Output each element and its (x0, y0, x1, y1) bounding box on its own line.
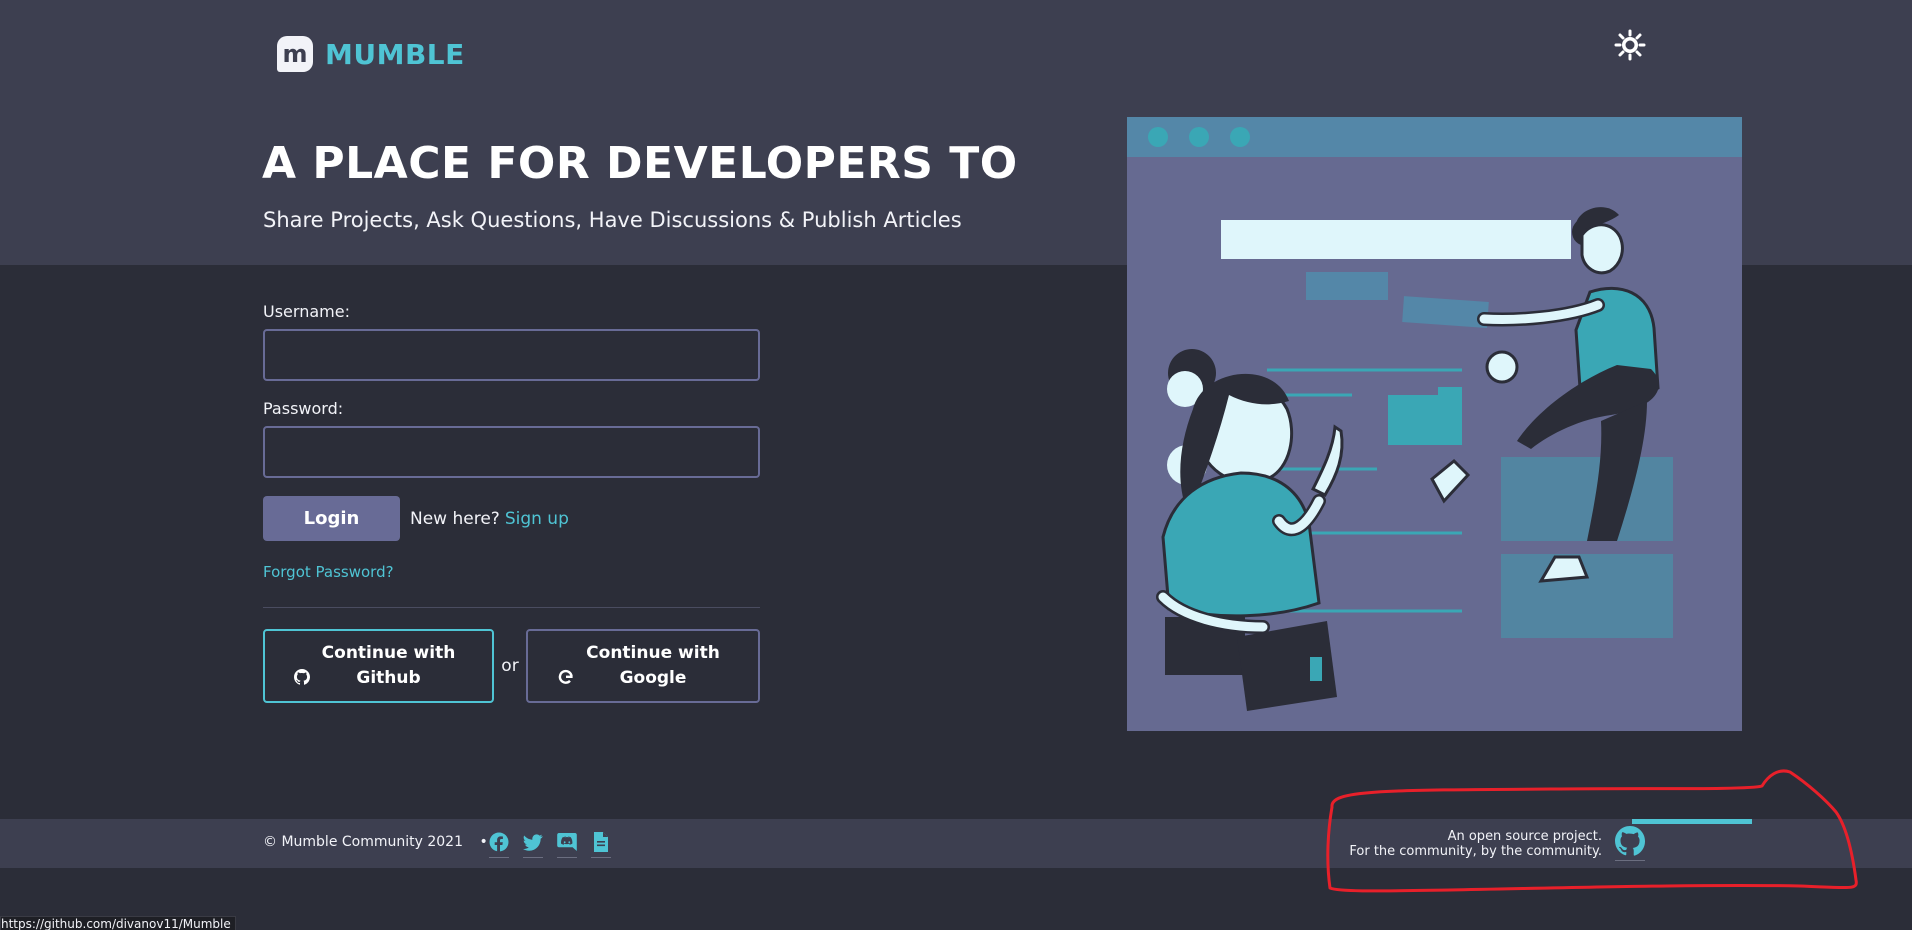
github-login-button[interactable]: Continue with Github (263, 629, 494, 703)
footer-bullet: • (479, 834, 488, 850)
brand-logo[interactable]: m MUMBLE (277, 36, 465, 72)
status-bar-url: https://github.com/divanov11/Mumble (0, 916, 236, 930)
login-button[interactable]: Login (263, 496, 400, 541)
social-login-row: Continue with Github or Continue with Go… (263, 629, 760, 703)
open-source-text: An open source project. For the communit… (1300, 829, 1602, 859)
google-login-content: Continue with Google (558, 641, 728, 691)
developers-illustration (1127, 117, 1742, 731)
mumble-logo-icon: m (277, 36, 313, 72)
github-icon (1615, 826, 1645, 856)
username-label: Username: (263, 302, 350, 321)
github-login-label: Continue with Github (321, 643, 456, 688)
google-icon (558, 669, 573, 684)
discord-icon (557, 833, 577, 851)
or-separator: or (501, 656, 519, 676)
github-underline (1615, 860, 1645, 861)
google-login-button[interactable]: Continue with Google (526, 629, 760, 703)
oss-line-1: An open source project. (1447, 829, 1602, 844)
document-icon (594, 832, 608, 852)
brand-name: MUMBLE (325, 37, 465, 71)
signup-link[interactable]: Sign up (505, 509, 569, 529)
theme-toggle-button[interactable] (1614, 29, 1646, 61)
divider (263, 607, 760, 608)
hero-title: A PLACE FOR DEVELOPERS TO (262, 138, 1018, 189)
facebook-underline (489, 857, 509, 858)
github-icon (293, 669, 310, 685)
sun-icon (1614, 29, 1646, 61)
twitter-link[interactable] (522, 832, 544, 860)
footer-accent-bar (1632, 819, 1752, 824)
login-row: Login New here? Sign up (263, 496, 760, 541)
username-input[interactable] (263, 329, 760, 381)
footer-social-icons (488, 832, 612, 860)
password-input[interactable] (263, 426, 760, 478)
github-repo-link[interactable] (1615, 826, 1645, 862)
new-here-text: New here? (410, 508, 500, 529)
document-underline (591, 857, 611, 858)
oss-line-2: For the community, by the community. (1349, 844, 1602, 859)
forgot-password-link[interactable]: Forgot Password? (263, 563, 394, 581)
discord-underline (557, 857, 577, 858)
document-link[interactable] (590, 832, 612, 860)
github-login-content: Continue with Github (293, 641, 464, 691)
twitter-icon (523, 834, 543, 851)
discord-link[interactable] (556, 832, 578, 860)
google-login-label: Continue with Google (586, 643, 720, 688)
password-label: Password: (263, 399, 344, 418)
twitter-underline (523, 857, 543, 858)
copyright-text: © Mumble Community 2021 (263, 834, 463, 850)
footer-copyright: © Mumble Community 2021 • (263, 834, 488, 850)
hero-subtitle: Share Projects, Ask Questions, Have Disc… (263, 208, 962, 232)
facebook-icon (489, 832, 509, 852)
login-form: Username: Password: Login New here? Sign… (263, 302, 760, 703)
facebook-link[interactable] (488, 832, 510, 860)
